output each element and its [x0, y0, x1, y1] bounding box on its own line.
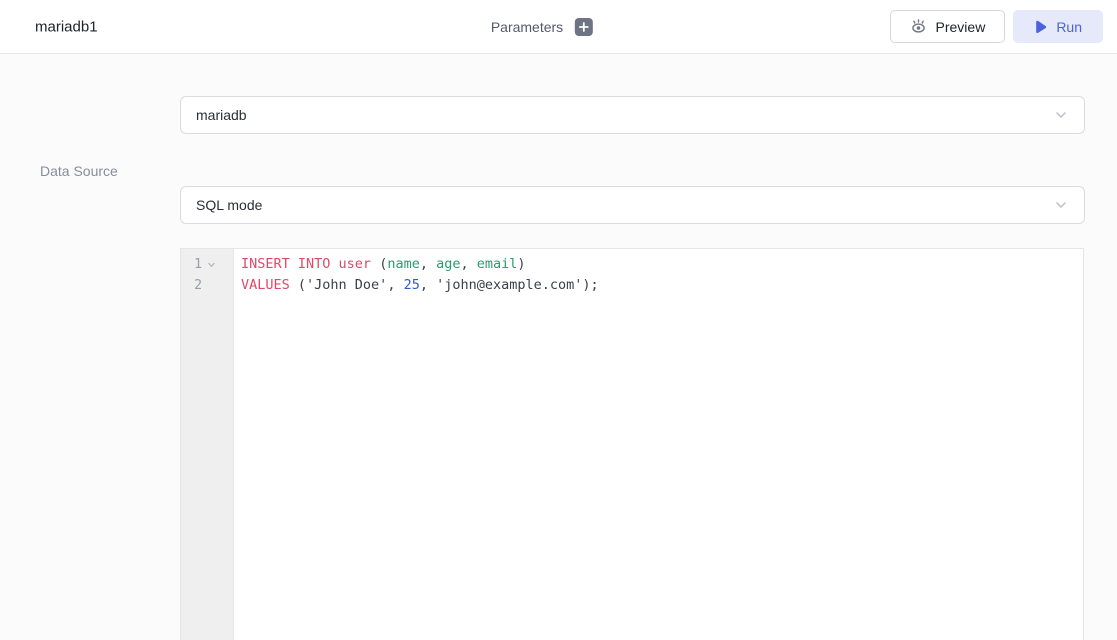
code-token-plain: , 'john@example.com');	[420, 277, 599, 293]
data-source-label: Data Source	[40, 163, 118, 179]
code-line: INSERT INTO user (name, age, email)	[241, 254, 1083, 275]
gutter: 12	[181, 249, 234, 640]
sql-code-editor: 12 INSERT INTO user (name, age, email)VA…	[180, 248, 1084, 640]
data-source-select[interactable]: mariadb	[180, 96, 1085, 134]
code-lines[interactable]: INSERT INTO user (name, age, email)VALUE…	[234, 249, 1083, 640]
query-title[interactable]: mariadb1	[35, 18, 98, 35]
query-editor-panel: Data Source mariadb SQL mode 12 INSERT I…	[0, 54, 1117, 640]
code-token-plain: (	[371, 256, 387, 272]
play-icon	[1034, 20, 1047, 34]
gutter-row: 1	[181, 254, 233, 275]
header-bar: mariadb1 Parameters Previe	[0, 0, 1117, 54]
run-button[interactable]: Run	[1013, 10, 1103, 43]
code-token-number: 25	[404, 277, 420, 293]
code-token-identifier: age	[436, 256, 460, 272]
code-token-plain: ('John Doe',	[290, 277, 404, 293]
eye-icon	[910, 19, 927, 34]
line-number: 1	[194, 254, 202, 275]
code-token-plain: ,	[420, 256, 436, 272]
preview-button[interactable]: Preview	[890, 10, 1006, 43]
code-token-plain: )	[517, 256, 525, 272]
gutter-row: 2	[181, 275, 233, 296]
code-token-keyword: INSERT INTO	[241, 256, 330, 272]
code-token-identifier: email	[477, 256, 518, 272]
parameters-label: Parameters	[491, 19, 563, 35]
header-actions: Preview Run	[890, 10, 1103, 43]
run-button-label: Run	[1056, 19, 1082, 35]
add-parameter-button[interactable]	[575, 18, 593, 36]
code-token-keyword: VALUES	[241, 277, 290, 293]
data-source-value: mariadb	[196, 107, 247, 123]
chevron-down-icon	[1053, 107, 1069, 123]
query-mode-select[interactable]: SQL mode	[180, 186, 1085, 224]
chevron-down-icon	[1053, 197, 1069, 213]
preview-button-label: Preview	[936, 19, 986, 35]
code-token-plain: ,	[461, 256, 477, 272]
query-mode-value: SQL mode	[196, 197, 262, 213]
code-token-plain	[330, 256, 338, 272]
code-token-keyword: user	[339, 256, 372, 272]
code-token-identifier: name	[387, 256, 420, 272]
fold-chevron-down-icon[interactable]	[207, 260, 216, 269]
parameters-group: Parameters	[491, 18, 593, 36]
code-line: VALUES ('John Doe', 25, 'john@example.co…	[241, 275, 1083, 296]
plus-icon	[579, 22, 589, 32]
line-number: 2	[194, 275, 202, 296]
